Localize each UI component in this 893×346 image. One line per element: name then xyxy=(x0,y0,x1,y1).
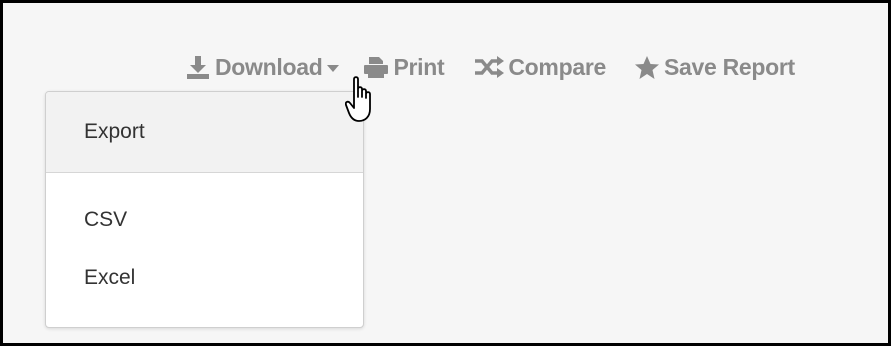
save-report-button[interactable]: Save Report xyxy=(634,54,795,81)
compare-button[interactable]: Compare xyxy=(474,54,606,81)
export-excel-option[interactable]: Excel xyxy=(46,249,363,307)
compare-label: Compare xyxy=(508,53,606,80)
shuffle-icon xyxy=(474,55,505,79)
dropdown-items: CSV Excel xyxy=(46,173,363,307)
export-csv-option[interactable]: CSV xyxy=(46,191,363,249)
download-button[interactable]: Download xyxy=(185,53,340,81)
download-label: Download xyxy=(215,53,323,80)
print-label: Print xyxy=(393,53,445,80)
export-dropdown-menu: Export CSV Excel xyxy=(45,91,364,328)
app-frame: Download Print Compare Save Report Expor… xyxy=(0,0,891,346)
hand-pointer-cursor xyxy=(344,75,381,127)
report-toolbar: Download Print Compare Save Report xyxy=(185,51,795,83)
star-icon xyxy=(634,55,660,80)
download-icon xyxy=(185,54,211,80)
caret-down-icon xyxy=(327,65,340,73)
save-report-label: Save Report xyxy=(663,53,795,80)
dropdown-header: Export xyxy=(46,92,363,173)
